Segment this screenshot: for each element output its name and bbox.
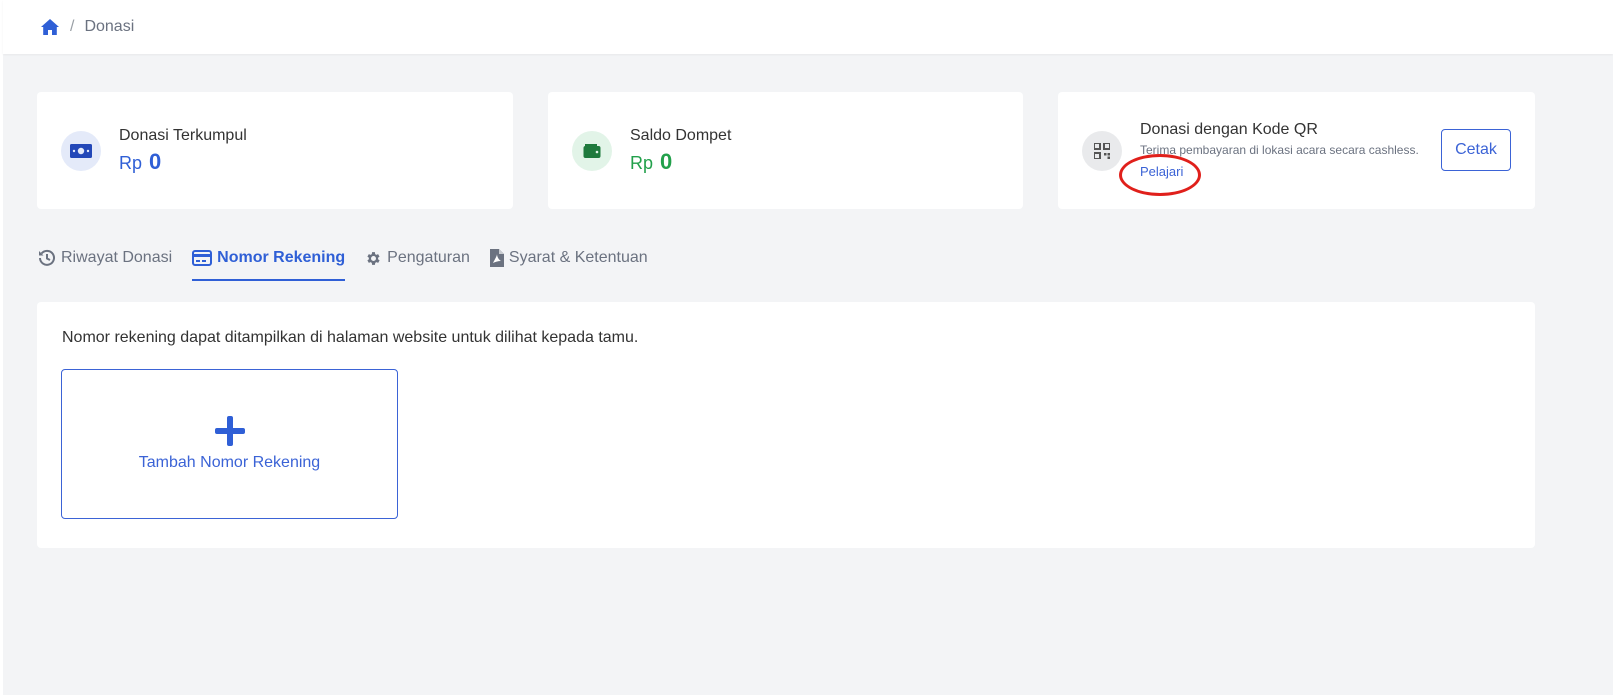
tab-settings-label: Pengaturan bbox=[387, 249, 470, 266]
tab-terms[interactable]: Syarat & Ketentuan bbox=[489, 244, 648, 272]
donation-collected-amount: Rp 0 bbox=[119, 150, 247, 175]
plus-icon bbox=[214, 416, 245, 446]
learn-more-link[interactable]: Pelajari bbox=[1119, 154, 1201, 196]
wallet-balance-amount: Rp 0 bbox=[630, 150, 731, 175]
tab-terms-label: Syarat & Ketentuan bbox=[508, 249, 648, 266]
tab-account-number[interactable]: Nomor Rekening bbox=[192, 244, 346, 281]
tab-donation-history[interactable]: Riwayat Donasi bbox=[38, 244, 172, 272]
wallet-icon bbox=[572, 130, 612, 171]
tab-account-number-label: Nomor Rekening bbox=[217, 249, 346, 266]
file-pdf-icon bbox=[489, 249, 504, 267]
tab-settings[interactable]: Pengaturan bbox=[365, 244, 470, 272]
credit-card-icon bbox=[192, 250, 213, 266]
learn-more-label: Pelajari bbox=[1140, 164, 1184, 179]
qr-donation-title: Donasi dengan Kode QR bbox=[1140, 121, 1318, 138]
tab-donation-history-label: Riwayat Donasi bbox=[61, 249, 173, 266]
donation-collected-card: Donasi Terkumpul Rp 0 bbox=[37, 92, 513, 209]
breadcrumb-separator: / bbox=[70, 18, 75, 35]
qr-donation-card: Donasi dengan Kode QR Terima pembayaran … bbox=[1058, 92, 1535, 209]
breadcrumb-current: Donasi bbox=[84, 18, 135, 35]
donation-collected-title: Donasi Terkumpul bbox=[119, 127, 247, 144]
add-account-number-label: Tambah Nomor Rekening bbox=[138, 454, 321, 471]
wallet-balance-title: Saldo Dompet bbox=[630, 127, 732, 144]
panel-description: Nomor rekening dapat ditampilkan di hala… bbox=[62, 329, 639, 346]
gear-icon bbox=[367, 251, 380, 265]
wallet-balance-card: Saldo Dompet Rp 0 bbox=[548, 92, 1023, 209]
add-account-number-button[interactable]: Tambah Nomor Rekening bbox=[61, 369, 398, 519]
tab-bar: Riwayat Donasi Nomor Rekening Pengaturan… bbox=[38, 244, 668, 282]
donation-collected-value: 0 bbox=[149, 149, 162, 174]
history-icon bbox=[39, 249, 55, 266]
currency-label: Rp bbox=[630, 153, 654, 173]
qr-donation-description: Terima pembayaran di lokasi acara secara… bbox=[1140, 143, 1419, 157]
print-button[interactable]: Cetak bbox=[1441, 129, 1511, 171]
qrcode-icon bbox=[1082, 130, 1122, 171]
home-icon[interactable] bbox=[40, 18, 60, 36]
currency-label: Rp bbox=[119, 153, 143, 173]
account-number-panel: Nomor rekening dapat ditampilkan di hala… bbox=[37, 302, 1535, 548]
left-edge bbox=[0, 0, 3, 695]
money-bill-icon bbox=[61, 130, 101, 171]
wallet-balance-value: 0 bbox=[660, 149, 673, 174]
top-bar: / Donasi bbox=[3, 0, 1613, 54]
